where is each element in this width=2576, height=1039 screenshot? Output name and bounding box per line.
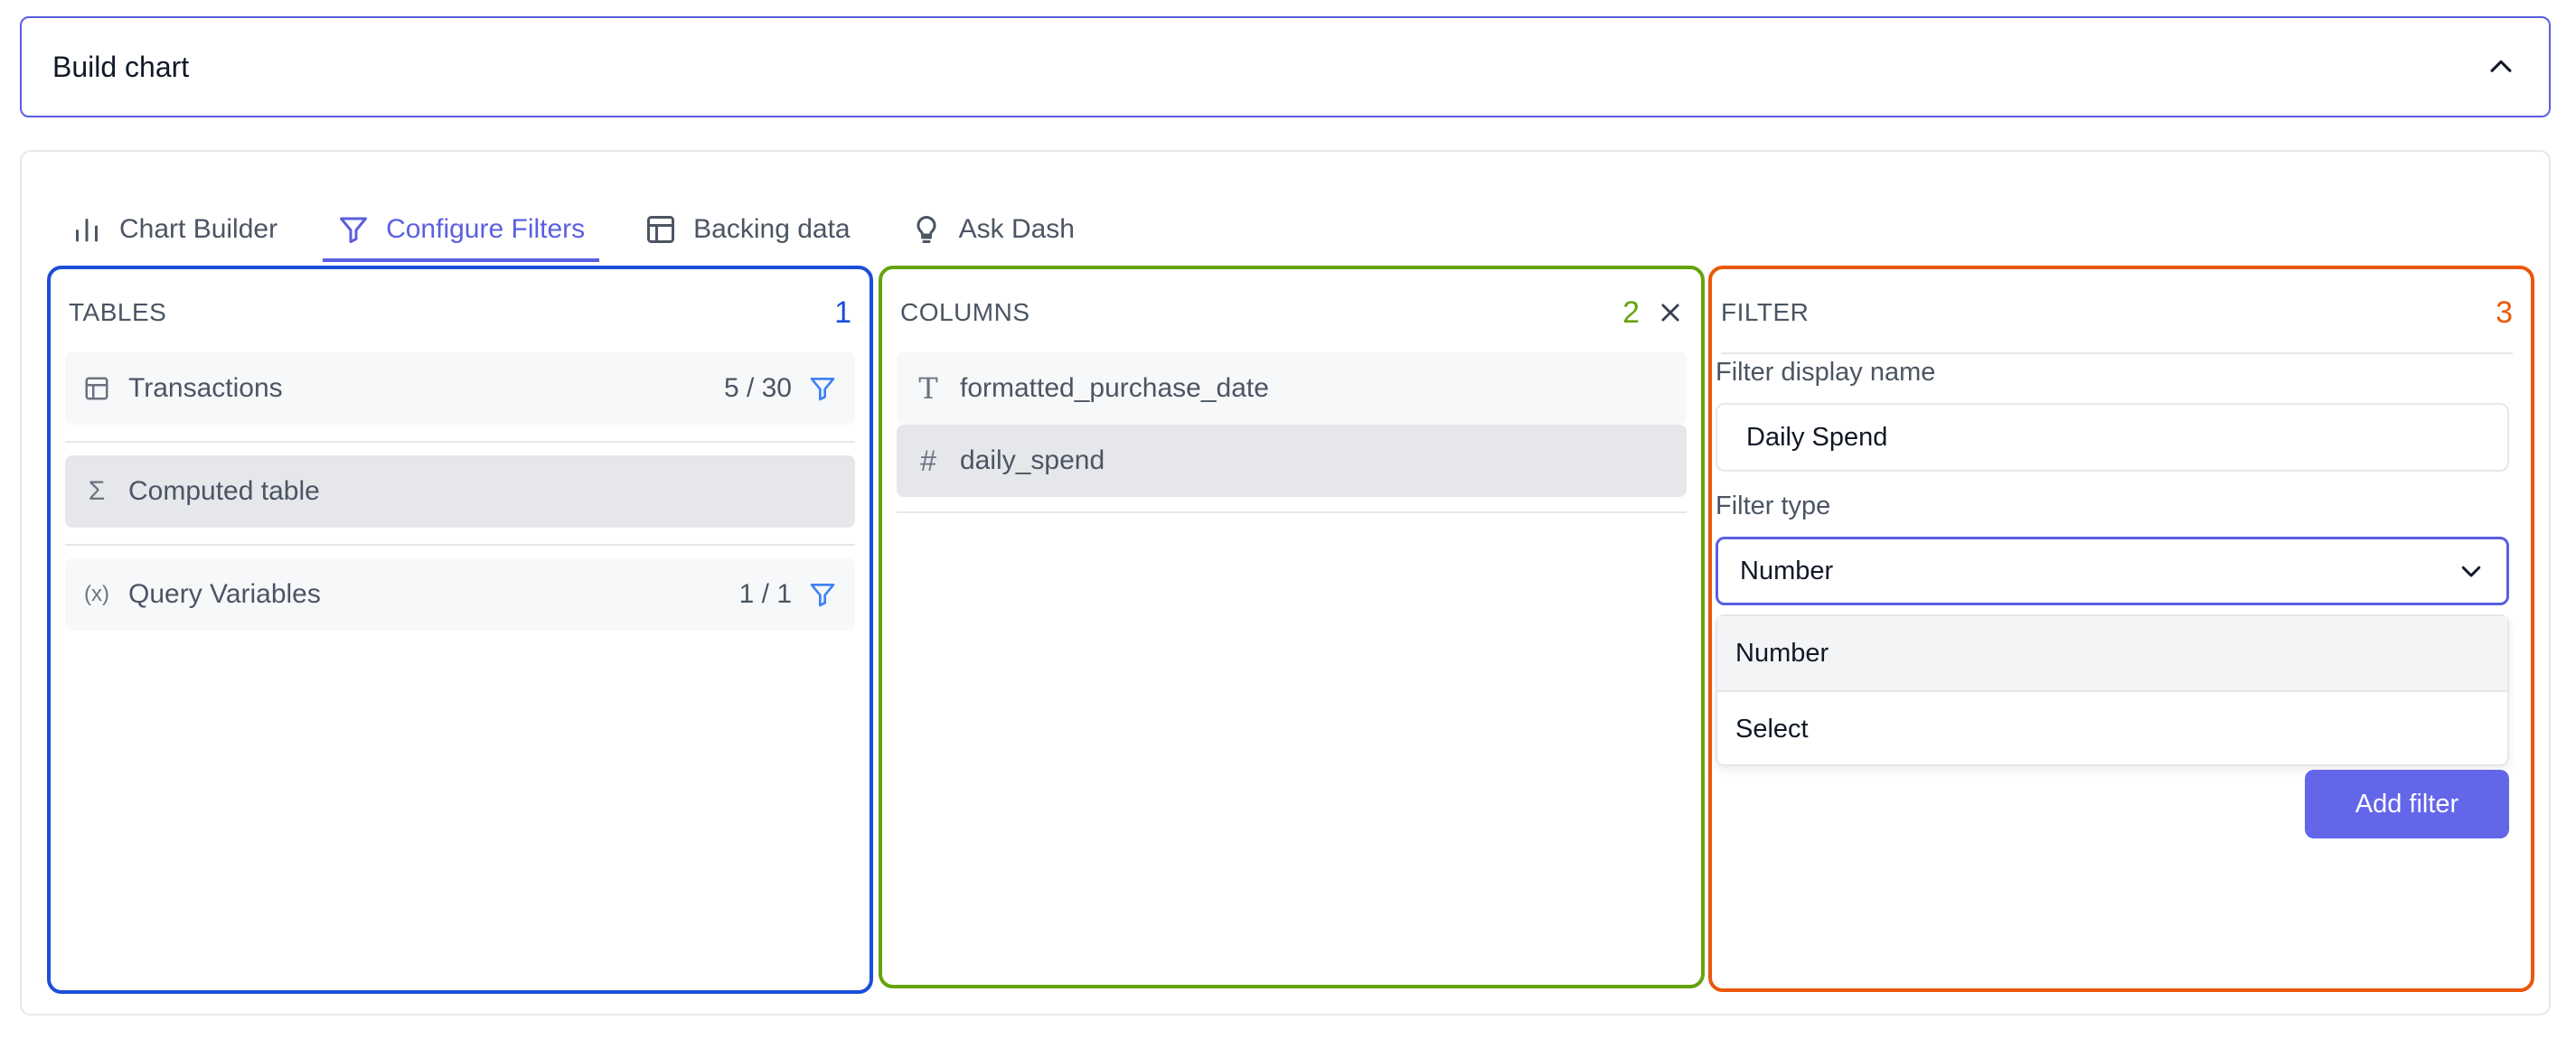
bar-chart-icon — [76, 219, 98, 242]
filter-display-name-input[interactable]: Daily Spend — [1716, 403, 2509, 472]
variable-icon: (x) — [84, 582, 109, 606]
table-item-transactions[interactable]: Transactions 5 / 30 — [65, 352, 855, 425]
dropdown-option-number[interactable]: Number — [1717, 616, 2507, 692]
table-icon — [647, 216, 675, 243]
filter-display-name-label: Filter display name — [1716, 358, 1936, 387]
filter-type-select[interactable]: Number — [1716, 537, 2509, 605]
table-item-label: Transactions — [128, 373, 283, 403]
panel-title: COLUMNS — [900, 298, 1030, 326]
filter-count: 5 / 30 — [723, 373, 792, 403]
lightbulb-icon — [917, 215, 936, 243]
column-item-label: daily_spend — [960, 445, 1105, 475]
text-type-icon: T — [918, 371, 938, 406]
table-item-label: Computed table — [128, 476, 320, 506]
tables-panel-header: TABLES 1 — [69, 291, 851, 354]
divider — [897, 511, 1687, 513]
column-item-label: formatted_purchase_date — [960, 373, 1269, 403]
filter-icon[interactable] — [808, 580, 837, 609]
hash-icon: # — [920, 444, 936, 477]
columns-panel-header: COLUMNS 2 — [900, 291, 1683, 354]
tab-label: Chart Builder — [119, 214, 278, 244]
filter-panel: FILTER 3 Filter display name Daily Spend… — [1708, 266, 2534, 992]
accordion-title: Build chart — [52, 50, 190, 83]
tab-backing-data[interactable]: Backing data — [630, 201, 864, 262]
table-grid-icon — [83, 375, 110, 402]
divider — [65, 544, 855, 546]
tab-bar: Chart Builder Configure Filters Backing … — [56, 201, 1120, 262]
tab-label: Ask Dash — [958, 214, 1075, 244]
select-value: Number — [1740, 556, 1834, 585]
tab-label: Configure Filters — [386, 214, 586, 244]
tab-ask-dash[interactable]: Ask Dash — [896, 201, 1089, 262]
panel-title: FILTER — [1721, 298, 1810, 326]
tab-label: Backing data — [693, 214, 851, 244]
table-item-computed-table[interactable]: Σ Computed table — [65, 455, 855, 528]
add-filter-button[interactable]: Add filter — [2305, 770, 2509, 838]
filter-icon — [340, 217, 368, 243]
columns-panel: COLUMNS 2 T formatted_purchase_date # da… — [879, 266, 1705, 988]
filter-type-dropdown: Number Select — [1716, 614, 2509, 766]
tables-panel: TABLES 1 Transactions 5 / 30 Σ Computed … — [47, 266, 873, 994]
filter-type-label: Filter type — [1716, 491, 1831, 520]
close-icon[interactable] — [1658, 300, 1683, 325]
dropdown-option-select[interactable]: Select — [1717, 692, 2507, 766]
chevron-up-icon[interactable] — [2486, 51, 2516, 82]
panel-step-number: 1 — [834, 295, 851, 330]
panel-step-number: 2 — [1622, 295, 1640, 330]
chevron-down-icon — [2461, 566, 2481, 577]
panel-title: TABLES — [69, 298, 167, 326]
filter-panel-header: FILTER 3 — [1721, 291, 2513, 354]
filter-count: 1 / 1 — [738, 579, 792, 609]
sigma-icon: Σ — [88, 476, 106, 506]
build-chart-accordion[interactable]: Build chart — [20, 16, 2551, 117]
column-item-formatted-purchase-date[interactable]: T formatted_purchase_date — [897, 352, 1687, 425]
table-item-query-variables[interactable]: (x) Query Variables 1 / 1 — [65, 558, 855, 631]
panel-step-number: 3 — [2496, 295, 2513, 330]
table-item-label: Query Variables — [128, 579, 321, 609]
filter-icon[interactable] — [808, 374, 837, 403]
column-item-daily-spend[interactable]: # daily_spend — [897, 425, 1687, 497]
tab-chart-builder[interactable]: Chart Builder — [56, 201, 292, 262]
input-value: Daily Spend — [1746, 422, 1888, 452]
tab-configure-filters[interactable]: Configure Filters — [323, 201, 600, 262]
divider — [65, 441, 855, 443]
